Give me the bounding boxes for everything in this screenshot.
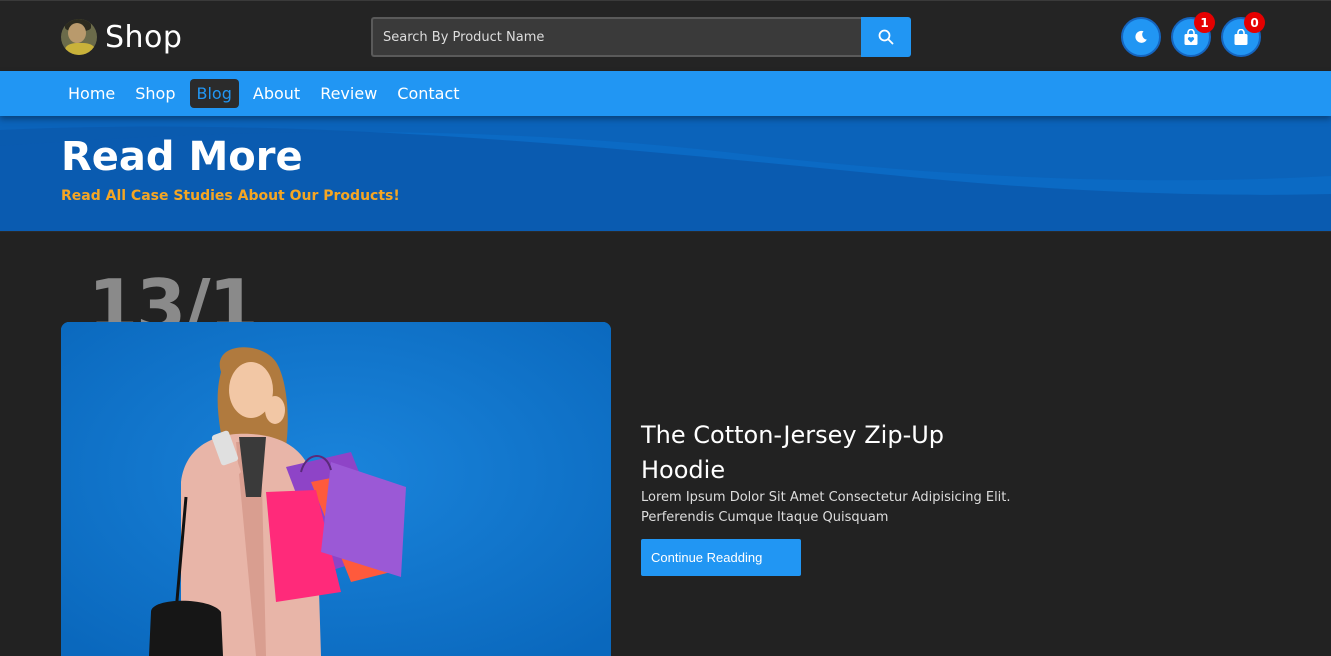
heart-bag-icon — [1184, 28, 1198, 45]
brand[interactable]: Shop — [61, 18, 182, 56]
hero-banner: Read More Read All Case Studies About Ou… — [0, 116, 1331, 232]
moon-icon — [1135, 30, 1147, 43]
post-excerpt: Lorem Ipsum Dolor Sit Amet Consectetur A… — [641, 490, 1011, 525]
cart-count-badge: 0 — [1244, 12, 1265, 33]
post-image[interactable] — [61, 322, 611, 656]
nav-item-shop[interactable]: Shop — [125, 79, 185, 108]
nav-item-home[interactable]: Home — [58, 79, 125, 108]
wishlist-count-badge: 1 — [1194, 12, 1215, 33]
shopping-bag-icon — [1234, 28, 1248, 45]
search-bar — [371, 17, 911, 57]
brand-name: Shop — [105, 19, 183, 55]
nav-item-contact[interactable]: Contact — [387, 79, 469, 108]
continue-reading-button[interactable]: Continue Readding — [641, 539, 801, 576]
nav-item-about[interactable]: About — [243, 79, 310, 108]
search-input[interactable] — [371, 17, 861, 57]
search-icon — [878, 29, 894, 45]
page-subtitle: Read All Case Studies About Our Products… — [61, 188, 400, 204]
page-title: Read More — [61, 134, 303, 180]
post-date: 13/1 — [88, 270, 257, 322]
shopping-woman-illustration — [61, 322, 611, 656]
top-header: Shop 1 0 — [0, 0, 1331, 71]
cart-button[interactable]: 0 — [1221, 12, 1265, 57]
wishlist-button[interactable]: 1 — [1171, 12, 1215, 57]
post-title: The Cotton-Jersey Zip-Up Hoodie — [641, 421, 945, 484]
main-nav: Home Shop Blog About Review Contact — [0, 71, 1331, 116]
search-button[interactable] — [861, 17, 911, 57]
theme-toggle-button[interactable] — [1121, 17, 1161, 57]
brand-logo — [61, 19, 97, 55]
nav-item-review[interactable]: Review — [310, 79, 387, 108]
nav-item-blog[interactable]: Blog — [189, 79, 239, 108]
